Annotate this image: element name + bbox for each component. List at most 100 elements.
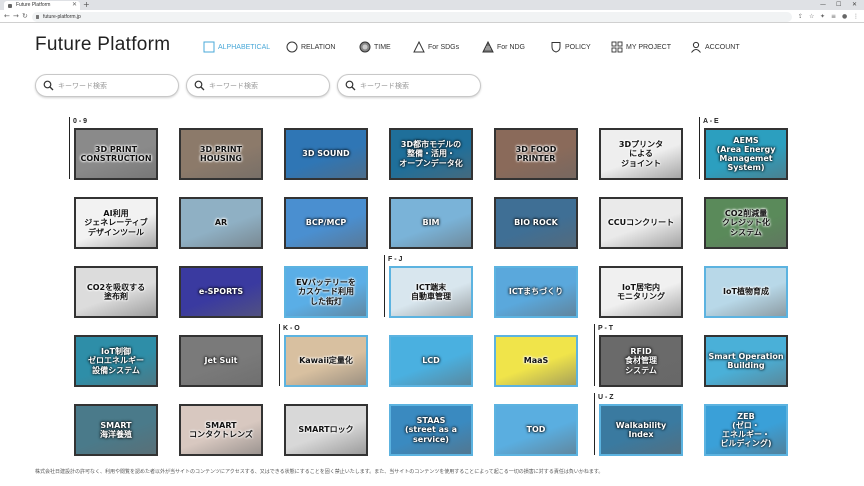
url-field[interactable]: future-platform.jp <box>32 11 792 22</box>
site-logo[interactable]: Future Platform <box>35 34 170 56</box>
tile-label: 3D PRINT HOUSING <box>199 144 243 163</box>
tile-label: ICT端末 自動車管理 <box>411 282 451 301</box>
project-tile[interactable]: 3D SOUND <box>284 128 368 180</box>
project-tile[interactable]: AI利用 ジェネレーティブ デザインツール <box>74 197 158 249</box>
search-input[interactable] <box>58 79 168 92</box>
search-box-2[interactable] <box>186 74 330 97</box>
tile-label: LCD <box>422 356 440 366</box>
favicon-icon <box>8 3 12 8</box>
extensions-icon[interactable]: ✦ <box>820 12 825 21</box>
project-tile[interactable]: 3D都市モデルの 整備・活用・ オープンデータ化 <box>389 128 473 180</box>
profile-icon[interactable]: ● <box>842 12 847 21</box>
reading-list-icon[interactable]: ≡ <box>831 12 836 21</box>
project-tile[interactable]: BCP/MCP <box>284 197 368 249</box>
project-tile[interactable]: SMARTロック <box>284 404 368 456</box>
section-divider <box>594 324 595 386</box>
tile-label: AI利用 ジェネレーティブ デザインツール <box>84 209 148 237</box>
user-icon <box>691 41 701 53</box>
search-input[interactable] <box>209 79 319 92</box>
close-window-icon[interactable]: ✕ <box>852 0 857 10</box>
tile-label: RFID 食材管理 システム <box>625 347 657 375</box>
triangle-striped-icon <box>482 41 494 53</box>
browser-tab-bar: Future Platform ✕ + — ☐ ✕ <box>0 0 864 10</box>
bookmark-star-icon[interactable]: ☆ <box>809 12 814 21</box>
nav-for-sdgs[interactable]: For SDGs <box>413 40 459 54</box>
tile-label: BCP/MCP <box>305 218 347 228</box>
project-tile[interactable]: IoT居宅内 モニタリング <box>599 266 683 318</box>
project-tile[interactable]: ICTまちづくり <box>494 266 578 318</box>
project-tile[interactable]: 3Dプリンタ による ジョイント <box>599 128 683 180</box>
project-tile[interactable]: 3D FOOD PRINTER <box>494 128 578 180</box>
project-tile[interactable]: e-SPORTS <box>179 266 263 318</box>
shield-icon <box>551 42 561 53</box>
project-tile[interactable]: Walkability Index <box>599 404 683 456</box>
section-label-p-t: P - T <box>598 325 614 332</box>
search-icon <box>345 80 356 91</box>
tile-label: CCUコンクリート <box>607 218 675 228</box>
project-tile[interactable]: CCUコンクリート <box>599 197 683 249</box>
project-tile[interactable]: SMART コンタクトレンズ <box>179 404 263 456</box>
project-tile[interactable]: STAAS (street as a service) <box>389 404 473 456</box>
project-tile[interactable]: TOD <box>494 404 578 456</box>
project-tile[interactable]: AR <box>179 197 263 249</box>
project-tile[interactable]: MaaS <box>494 335 578 387</box>
project-tile[interactable]: IoT植物育成 <box>704 266 788 318</box>
menu-icon[interactable]: ⋮ <box>853 12 859 21</box>
project-tile[interactable]: BIO ROCK <box>494 197 578 249</box>
new-tab-icon[interactable]: + <box>83 0 90 10</box>
nav-relation[interactable]: RELATION <box>286 40 336 54</box>
project-tile[interactable]: 3D PRINT CONSTRUCTION <box>74 128 158 180</box>
tile-label: 3D FOOD PRINTER <box>515 144 557 163</box>
search-box-3[interactable] <box>337 74 481 97</box>
search-icon <box>194 80 205 91</box>
project-tile[interactable]: RFID 食材管理 システム <box>599 335 683 387</box>
project-tile[interactable]: CO2を吸収する 塗布剤 <box>74 266 158 318</box>
tile-label: BIO ROCK <box>514 218 558 228</box>
tile-label: Jet Suit <box>204 356 238 366</box>
tile-label: SMART 海洋養殖 <box>100 420 132 439</box>
nav-policy[interactable]: POLICY <box>550 40 591 54</box>
tile-label: AR <box>214 218 228 228</box>
project-tile[interactable]: Smart Operation Building <box>704 335 788 387</box>
tile-label: Smart Operation Building <box>708 351 784 370</box>
project-tile[interactable]: Jet Suit <box>179 335 263 387</box>
maximize-icon[interactable]: ☐ <box>836 0 841 10</box>
share-icon[interactable]: ⇪ <box>798 12 803 21</box>
project-tile[interactable]: Kawaii定量化 <box>284 335 368 387</box>
forward-icon[interactable]: → <box>13 11 19 22</box>
section-label-u-z: U - Z <box>598 394 614 401</box>
nav-label: RELATION <box>301 43 336 51</box>
tile-label: EVバッテリーを カスケード利用 した街灯 <box>296 278 356 306</box>
project-tile[interactable]: ICT端末 自動車管理 <box>389 266 473 318</box>
project-tile[interactable]: SMART 海洋養殖 <box>74 404 158 456</box>
address-bar: ← → ↻ future-platform.jp ⇪ ☆ ✦ ≡ ● ⋮ <box>0 10 864 23</box>
close-tab-icon[interactable]: ✕ <box>72 1 77 10</box>
project-tile[interactable]: LCD <box>389 335 473 387</box>
nav-account[interactable]: ACCOUNT <box>690 40 740 54</box>
search-input[interactable] <box>360 79 470 92</box>
browser-tab[interactable]: Future Platform ✕ <box>4 1 80 10</box>
tile-label: 3D SOUND <box>302 149 350 159</box>
project-tile[interactable]: BIM <box>389 197 473 249</box>
nav-alphabetical[interactable]: ALPHABETICAL <box>203 40 270 54</box>
nav-label: For NDG <box>497 43 525 51</box>
tile-label: 3D PRINT CONSTRUCTION <box>80 144 152 163</box>
project-tile[interactable]: 3D PRINT HOUSING <box>179 128 263 180</box>
back-icon[interactable]: ← <box>4 11 10 22</box>
project-tile[interactable]: ZEB (ゼロ・ エネルギー・ ビルディング) <box>704 404 788 456</box>
project-tile[interactable]: IoT制御 ゼロエネルギー 設備システム <box>74 335 158 387</box>
nav-label: ALPHABETICAL <box>218 43 271 51</box>
nav-for-ndg[interactable]: For NDG <box>482 40 525 54</box>
section-label-a-e: A - E <box>703 118 719 125</box>
reload-icon[interactable]: ↻ <box>22 11 28 22</box>
nav-time[interactable]: TIME <box>359 40 391 54</box>
search-icon <box>43 80 54 91</box>
search-box-1[interactable] <box>35 74 179 97</box>
nav-my-project[interactable]: MY PROJECT <box>611 40 671 54</box>
project-tile[interactable]: CO2削減量 クレジット化 システム <box>704 197 788 249</box>
project-tile[interactable]: EVバッテリーを カスケード利用 した街灯 <box>284 266 368 318</box>
project-tile[interactable]: AEMS (Area Energy Managemet System) <box>704 128 788 180</box>
tile-label: AEMS (Area Energy Managemet System) <box>716 135 776 173</box>
minimize-icon[interactable]: — <box>820 0 826 10</box>
tile-label: ZEB (ゼロ・ エネルギー・ ビルディング) <box>720 411 772 449</box>
